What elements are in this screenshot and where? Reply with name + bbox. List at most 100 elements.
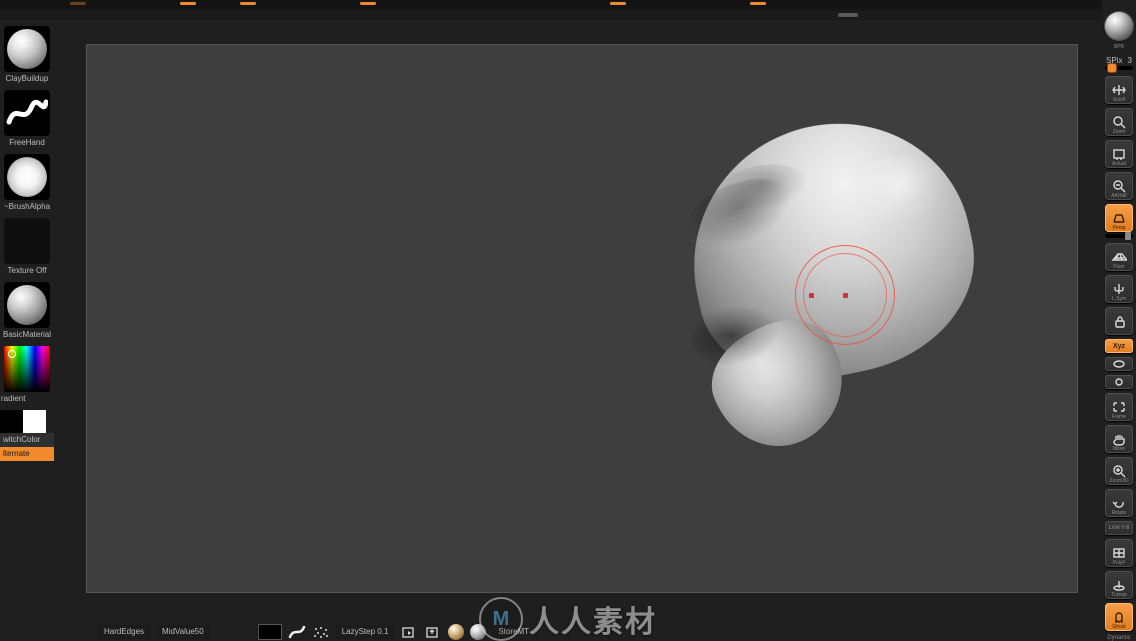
- zoom-label: Zoom: [1105, 129, 1133, 135]
- frame-icon: [1111, 400, 1127, 414]
- spix-value: 3: [1128, 56, 1132, 65]
- import-icon[interactable]: [424, 625, 442, 639]
- floor-grid-icon: [1111, 250, 1127, 264]
- stroke-label: FreeHand: [0, 136, 54, 150]
- scroll-button[interactable]: Scroll: [1105, 76, 1133, 104]
- timeline-marker[interactable]: [180, 2, 196, 5]
- texture-label: Texture Off: [0, 264, 54, 278]
- floor-label: Floor: [1105, 264, 1133, 270]
- stroke-slot[interactable]: FreeHand: [0, 86, 54, 150]
- menu-strip: [0, 10, 1136, 20]
- symmetry-icon: [1111, 282, 1127, 296]
- timeline-marker[interactable]: [750, 2, 766, 5]
- rotate-icon: [1111, 496, 1127, 510]
- freehand-stroke-icon: [6, 92, 48, 134]
- alternate-button[interactable]: lternate: [0, 447, 54, 461]
- menu-handle[interactable]: [838, 13, 858, 17]
- frame-label: Frame: [1105, 414, 1133, 420]
- persp-handle: [1125, 232, 1131, 240]
- scroll-icon: [1111, 83, 1127, 97]
- export-icon[interactable]: [400, 625, 418, 639]
- color-spectrum-icon[interactable]: [4, 346, 50, 392]
- midvalue-button[interactable]: MidValue50: [156, 625, 210, 639]
- lsym-label: L.Sym: [1105, 296, 1133, 302]
- timeline-marker[interactable]: [240, 2, 256, 5]
- timeline-marker[interactable]: [360, 2, 376, 5]
- material-label: BasicMaterial: [0, 328, 54, 342]
- persp-label: Persp: [1105, 225, 1133, 231]
- timeline-marker[interactable]: [70, 2, 86, 5]
- rect-select-button[interactable]: [1105, 375, 1133, 389]
- material-slot[interactable]: BasicMaterial: [0, 278, 54, 342]
- rotate-button[interactable]: Rotate: [1105, 489, 1133, 517]
- alpha-slot[interactable]: ~BrushAlpha: [0, 150, 54, 214]
- left-panel: ClayBuildup FreeHand ~BrushAlpha Texture…: [0, 22, 54, 629]
- actual-size-icon: [1111, 147, 1127, 161]
- bottom-swatch-black[interactable]: [258, 624, 282, 640]
- local-symmetry-button[interactable]: L.Sym: [1105, 275, 1133, 303]
- polyframe-button[interactable]: PolyF: [1105, 539, 1133, 567]
- curve-icon[interactable]: [288, 625, 306, 639]
- scroll-label: Scroll: [1105, 97, 1133, 103]
- swatch-primary[interactable]: [23, 410, 46, 433]
- persp-slider[interactable]: [1105, 234, 1133, 238]
- ghost-icon: [1111, 610, 1127, 624]
- xyz-label: Xyz: [1113, 343, 1125, 350]
- zoom3d-label: Zoom3D: [1105, 478, 1133, 484]
- swatch-secondary[interactable]: [0, 410, 23, 433]
- texture-empty-icon: [4, 218, 50, 264]
- dynamic-label: Dynamic: [1107, 635, 1130, 641]
- frame-button[interactable]: Frame: [1105, 393, 1133, 421]
- brush-label: ClayBuildup: [0, 72, 54, 86]
- material-sphere-icon: [7, 285, 47, 325]
- transp-label: Transp: [1105, 592, 1133, 598]
- viewport[interactable]: [86, 44, 1078, 593]
- timeline-marker[interactable]: [610, 2, 626, 5]
- lasso-select-button[interactable]: [1105, 357, 1133, 371]
- lazystep-button[interactable]: LazyStep 0.1: [336, 625, 395, 639]
- right-panel: BPR SPix 3 Scroll Zoom Actual AAHalf Per…: [1102, 0, 1136, 641]
- brush-alpha-icon: [7, 157, 47, 197]
- polyframe-icon: [1111, 546, 1127, 560]
- persp-button[interactable]: Persp: [1105, 204, 1133, 232]
- texture-slot[interactable]: Texture Off: [0, 214, 54, 278]
- storemt-button[interactable]: StoreMT: [492, 625, 535, 639]
- sculpt-mesh: [655, 125, 985, 425]
- brush-slot[interactable]: ClayBuildup: [0, 22, 54, 86]
- zoom3d-button[interactable]: Zoom3D: [1105, 457, 1133, 485]
- color-slot[interactable]: radient: [0, 342, 54, 406]
- aahalf-label: AAHalf: [1105, 193, 1133, 199]
- bpr-render-button[interactable]: BPR: [1105, 12, 1133, 40]
- lock-button[interactable]: [1105, 307, 1133, 335]
- transp-button[interactable]: Transp: [1105, 571, 1133, 599]
- actual-button[interactable]: Actual: [1105, 140, 1133, 168]
- move-button[interactable]: Move: [1105, 425, 1133, 453]
- line-fill-button[interactable]: Line Fill: [1105, 521, 1133, 535]
- morph-target-sphere-a[interactable]: [448, 624, 464, 640]
- xyz-button[interactable]: Xyz: [1105, 339, 1133, 353]
- morph-target-sphere-b[interactable]: [470, 624, 486, 640]
- brush-sphere-icon: [7, 29, 47, 69]
- aahalf-icon: [1111, 179, 1127, 193]
- lasso-icon: [1112, 359, 1126, 369]
- move-hand-icon: [1111, 432, 1127, 446]
- rect-select-icon: [1112, 377, 1126, 387]
- lock-icon: [1112, 314, 1126, 328]
- alpha-label: ~BrushAlpha: [0, 200, 54, 214]
- bottom-bar: HardEdges MidValue50 LazyStep 0.1 StoreM…: [98, 623, 1096, 641]
- spray-icon[interactable]: [312, 625, 330, 639]
- ghost-button[interactable]: Ghost: [1105, 603, 1133, 631]
- hardedges-button[interactable]: HardEdges: [98, 625, 150, 639]
- move-label: Move: [1105, 446, 1133, 452]
- polyf-label: PolyF: [1105, 560, 1133, 566]
- bpr-label: BPR: [1105, 44, 1133, 50]
- spix-slider[interactable]: [1105, 66, 1133, 70]
- gradient-label: radient: [0, 392, 55, 406]
- top-timeline: [0, 0, 1136, 10]
- switch-color-button[interactable]: witchColor: [0, 433, 54, 447]
- zoom-button[interactable]: Zoom: [1105, 108, 1133, 136]
- perspective-icon: [1111, 211, 1127, 225]
- aahalf-button[interactable]: AAHalf: [1105, 172, 1133, 200]
- floor-button[interactable]: Floor: [1105, 243, 1133, 271]
- transparency-icon: [1111, 578, 1127, 592]
